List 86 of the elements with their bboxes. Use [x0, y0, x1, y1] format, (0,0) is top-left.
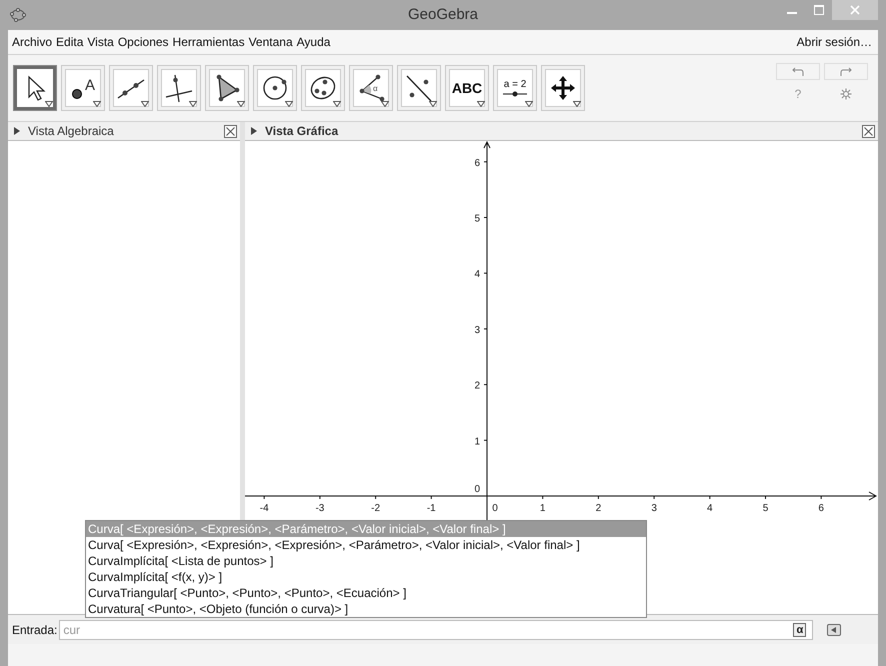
caret-icon	[477, 101, 485, 107]
x-axis-label: 3	[651, 503, 657, 514]
window-title: GeoGebra	[408, 6, 478, 23]
caret-icon	[573, 101, 581, 107]
tool-button[interactable]	[541, 65, 585, 111]
suggestion-item[interactable]: CurvaImplícita[ <f(x, y)> ]	[86, 569, 646, 585]
menu-item[interactable]: Ventana	[248, 35, 293, 49]
x-axis-label: 0	[492, 503, 498, 514]
menu-item[interactable]: Opciones	[118, 35, 169, 49]
x-axis-label: -4	[260, 503, 269, 514]
close-view-icon[interactable]	[224, 124, 237, 138]
tool-button[interactable]: A	[61, 65, 105, 111]
x-axis-label: -2	[371, 503, 380, 514]
suggestion-item[interactable]: CurvaImplícita[ <Lista de puntos> ]	[86, 553, 646, 569]
caret-icon	[285, 101, 293, 107]
close-icon	[850, 5, 860, 15]
caret-icon	[429, 101, 437, 107]
x-axis-label: 5	[762, 503, 768, 514]
slider-tool-label: a = 2	[504, 79, 526, 90]
slider-icon	[502, 91, 528, 97]
caret-icon	[45, 101, 53, 107]
x-axis-label: 1	[540, 503, 546, 514]
undo-icon	[792, 66, 804, 76]
text-tool-label: ABC	[452, 80, 482, 96]
suggestion-item[interactable]: CurvaTriangular[ <Punto>, <Punto>, <Punto>, <Ecuación> ]	[86, 585, 646, 601]
caret-icon	[237, 101, 245, 107]
minimize-icon	[786, 12, 796, 14]
caret-icon	[381, 101, 389, 107]
tool-button[interactable]	[301, 65, 345, 111]
perpendicular-lines-icon	[164, 73, 194, 103]
caret-icon	[141, 101, 149, 107]
menu-item[interactable]: Ayuda	[296, 35, 330, 49]
redo-button[interactable]	[824, 63, 868, 80]
x-axis-label: -3	[315, 503, 324, 514]
suggestion-item[interactable]: Curvatura[ <Punto>, <Objeto (función o curva)> ]	[86, 601, 646, 617]
settings-icon	[840, 88, 852, 100]
tool-button[interactable]	[253, 65, 297, 111]
tool-button[interactable]: a = 2	[493, 65, 537, 111]
symbol-button[interactable]: α	[793, 622, 806, 636]
menu-item[interactable]: Herramientas	[172, 35, 245, 49]
sign-in-link[interactable]: Abrir sesión…	[796, 35, 872, 49]
y-axis-label: 3	[474, 324, 480, 336]
input-field[interactable]: cur α	[59, 620, 814, 640]
close-view-icon[interactable]	[862, 124, 875, 138]
y-axis-label: 1	[474, 436, 480, 448]
input-value: cur	[63, 622, 80, 636]
tool-button[interactable]	[13, 65, 57, 111]
tool-button[interactable]	[157, 65, 201, 111]
y-axis-label: 6	[474, 158, 480, 169]
view-title: Vista Algebraica	[28, 124, 114, 138]
menu-item[interactable]: Archivo	[12, 35, 52, 49]
side-panel-button[interactable]	[827, 624, 842, 636]
tool-button[interactable]	[205, 65, 249, 111]
tool-button[interactable]	[397, 65, 441, 111]
point-label: A	[84, 76, 95, 94]
view-title: Vista Gráfica	[265, 124, 338, 138]
caret-icon	[93, 101, 101, 107]
app-icon	[10, 7, 26, 23]
caret-icon	[189, 101, 197, 107]
y-axis-label: 5	[474, 214, 480, 224]
maximize-icon	[814, 5, 824, 15]
undo-button[interactable]	[776, 63, 820, 80]
angle-label: α	[373, 84, 378, 93]
point-icon	[70, 88, 83, 100]
tool-button[interactable]: ABC	[445, 65, 489, 111]
x-axis-label: 2	[596, 503, 602, 514]
caret-icon	[525, 101, 533, 107]
y-axis-label: 2	[474, 380, 480, 392]
left-triangle-icon	[831, 626, 838, 632]
x-axis-label: -1	[426, 503, 436, 514]
input-label: Entrada:	[12, 622, 58, 636]
x-axis-label: 4	[707, 503, 713, 514]
tool-button[interactable]: α	[349, 65, 393, 111]
menu-item[interactable]: Edita	[56, 35, 84, 49]
y-axis-label: 4	[474, 269, 480, 280]
x-axis-label: 6	[818, 503, 824, 514]
settings-button[interactable]	[839, 86, 853, 102]
redo-icon	[840, 66, 852, 76]
menu-item[interactable]: Vista	[87, 35, 114, 49]
y-axis-label: 0	[474, 484, 480, 495]
tool-button[interactable]	[109, 65, 153, 111]
reflection-icon	[404, 73, 434, 103]
caret-icon	[333, 101, 341, 107]
suggestion-item[interactable]: Curva[ <Expresión>, <Expresión>, <Expresión>, <Parámetro>, <Valor inicial>, <Valor final> ]	[86, 537, 646, 553]
collapse-triangle-icon[interactable]	[251, 127, 257, 135]
collapse-triangle-icon[interactable]	[14, 127, 20, 135]
